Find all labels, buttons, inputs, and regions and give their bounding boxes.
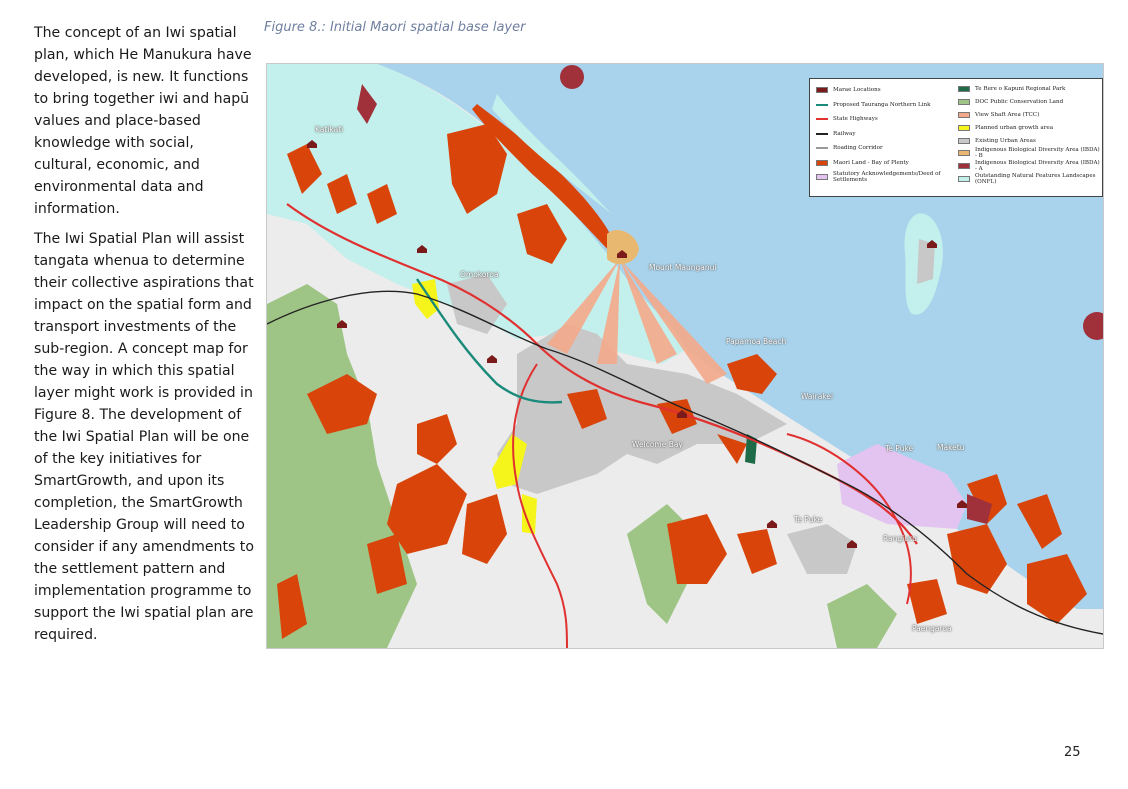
paragraph-2: The Iwi Spatial Plan will assist tangata…: [34, 231, 254, 643]
legend-item: Indigenous Biological Diversity Area (IB…: [958, 160, 1100, 173]
legend-item: Outstanding Natural Features Landscapes …: [958, 173, 1100, 186]
fill-swatch-icon: [816, 159, 828, 166]
legend-item: Te Rere o Kapuni Regional Park: [958, 83, 1100, 96]
legend-left-column: Marae Locations Proposed Tauranga Northe…: [816, 83, 956, 185]
place-label-mount: Mount Maunganui: [649, 263, 717, 272]
legend-item: Existing Urban Areas: [958, 134, 1100, 147]
legend-right-column: Te Rere o Kapuni Regional Park DOC Publi…: [958, 83, 1100, 185]
page-number: 25: [1064, 745, 1081, 760]
line-swatch-icon: [816, 147, 828, 150]
line-swatch-icon: [816, 118, 828, 121]
place-label-te-puke-east: Te Puke: [885, 444, 914, 453]
place-label-omokoroa: Omokoroa: [460, 270, 499, 279]
place-label-wairakei: Wairakei: [801, 392, 834, 401]
spatial-map: Marae Locations Proposed Tauranga Northe…: [266, 63, 1104, 649]
place-label-rangiuru: Rangiuru: [883, 534, 917, 543]
legend-item: Railway: [816, 127, 956, 142]
fill-swatch-icon: [958, 124, 970, 131]
legend-item: Proposed Tauranga Northern Link: [816, 98, 956, 113]
legend-item: Marae Locations: [816, 83, 956, 98]
place-label-paengaroa: Paengaroa: [912, 624, 952, 633]
place-label-katikati: Katikati: [315, 125, 344, 134]
map-legend: Marae Locations Proposed Tauranga Northe…: [809, 78, 1103, 197]
body-text: The concept of an Iwi spatial plan, whic…: [34, 22, 256, 654]
legend-item: Statutory Acknowledgements/Deed of Settl…: [816, 170, 956, 185]
legend-item: Indigenous Biological Diversity Area (IB…: [958, 147, 1100, 160]
fill-swatch-icon: [958, 86, 970, 93]
fill-swatch-icon: [958, 137, 970, 144]
fill-swatch-icon: [958, 99, 970, 106]
fill-swatch-icon: [958, 150, 970, 157]
fill-swatch-icon: [958, 175, 970, 182]
place-label-welcome-bay: Welcome Bay: [632, 440, 683, 449]
legend-item: Roading Corridor: [816, 141, 956, 156]
place-label-maketu: Maketu: [937, 443, 965, 452]
figure-caption: Figure 8.: Initial Maori spatial base la…: [264, 20, 526, 35]
paragraph-1: The concept of an Iwi spatial plan, whic…: [34, 25, 252, 217]
legend-item: Planned urban growth area: [958, 121, 1100, 134]
place-label-papamoa: Papamoa Beach: [726, 337, 787, 346]
marae-icon: [816, 87, 828, 94]
legend-item: DOC Public Conservation Land: [958, 96, 1100, 109]
fill-swatch-icon: [958, 163, 970, 170]
legend-item: View Shaft Area (TCC): [958, 109, 1100, 122]
legend-item: Maori Land - Bay of Plenty: [816, 156, 956, 171]
legend-item: State Highways: [816, 112, 956, 127]
fill-swatch-icon: [816, 174, 828, 181]
place-label-te-puke: Te Puke: [794, 515, 823, 524]
railway-icon: [816, 132, 828, 135]
fill-swatch-icon: [958, 111, 970, 118]
line-swatch-icon: [816, 103, 828, 106]
